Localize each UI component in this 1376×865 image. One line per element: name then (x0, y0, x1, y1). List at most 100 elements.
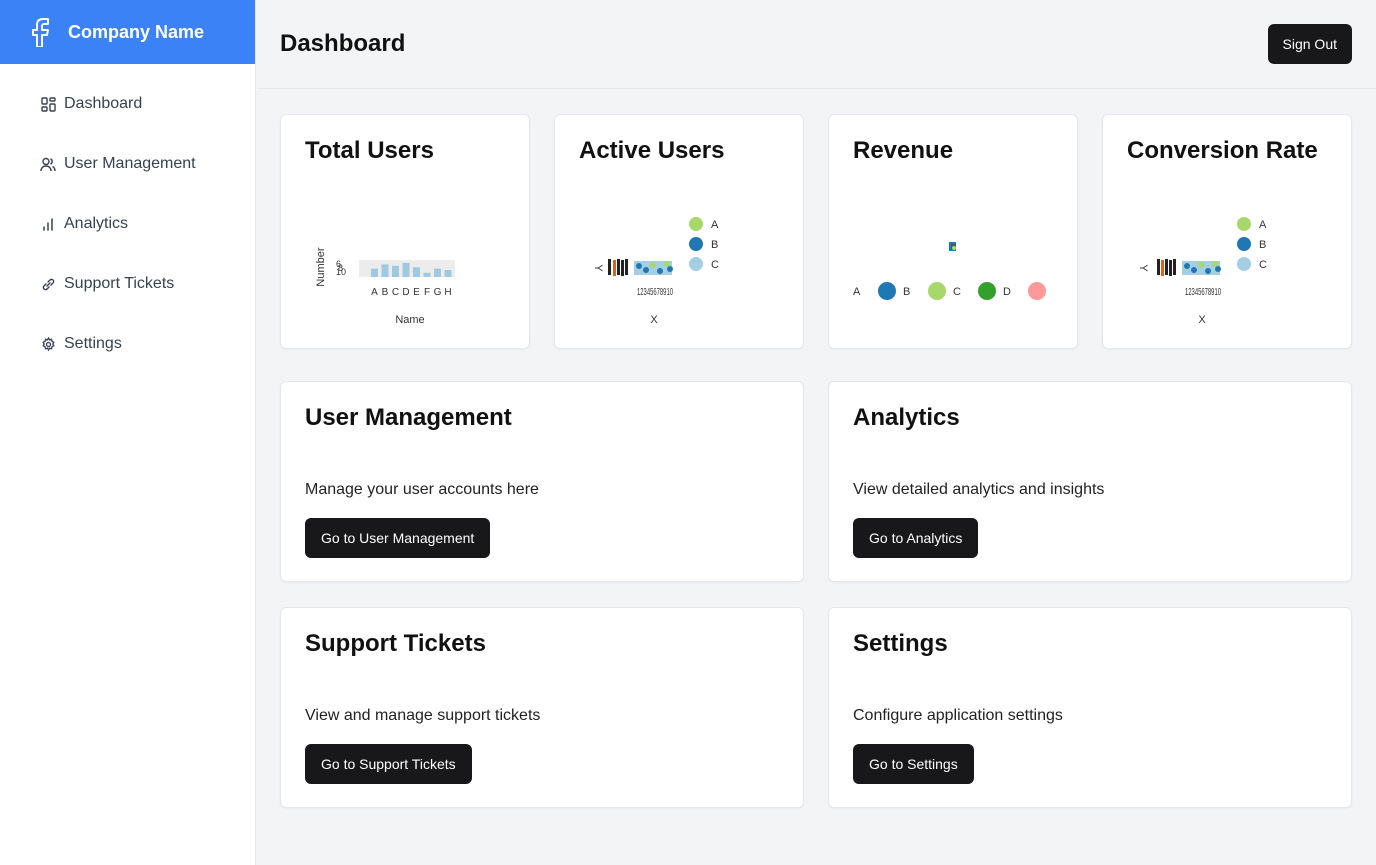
y-tick-cluster (1157, 259, 1176, 276)
legend-label-c: C (953, 286, 961, 298)
card-title: Settings (853, 630, 948, 657)
go-to-user-management-button[interactable]: Go to User Management (305, 518, 491, 558)
card-title: User Management (305, 404, 512, 431)
legend-label-a: A (1259, 219, 1267, 231)
x-tick-label: A (371, 287, 378, 298)
brand-name: Company Name (68, 21, 205, 42)
scatter-points-cluster (949, 242, 956, 251)
conversion-rate-chart: Y 12345678910 X A B C (1137, 217, 1267, 326)
bar-a (371, 268, 378, 277)
legend-marker-b (928, 282, 946, 300)
card-description: View detailed analytics and insights (853, 481, 1105, 498)
legend-label-d: D (1003, 286, 1011, 298)
stat-card-revenue: Revenue A B C D (828, 114, 1078, 349)
sidebar-item-analytics[interactable]: Analytics (0, 194, 255, 254)
y-tick-cluster: 6 (336, 259, 341, 269)
ticket-link-icon (40, 276, 56, 292)
chart-xlabel: Name (395, 314, 424, 326)
scatter-points-cluster (1182, 261, 1221, 275)
card-title: Support Tickets (305, 630, 486, 657)
x-tick-label: E (413, 287, 420, 298)
bar-f (423, 272, 431, 277)
chart-legend: A B C D (853, 282, 1046, 300)
x-tick-label: C (392, 287, 399, 298)
card-description: Manage your user accounts here (305, 481, 539, 498)
go-to-settings-button[interactable]: Go to Settings (853, 744, 974, 784)
legend-marker-c (978, 282, 996, 300)
sidebar-item-user-management[interactable]: User Management (0, 134, 255, 194)
brand-header[interactable]: Company Name (0, 0, 255, 64)
sidebar-item-label: Analytics (64, 215, 129, 232)
sidebar-item-label: Support Tickets (64, 275, 175, 292)
x-tick-labels: 12345678910 (637, 287, 673, 298)
revenue-chart: A B C D (853, 242, 1046, 300)
bar-h (444, 270, 452, 277)
legend-marker-d (1028, 282, 1046, 300)
legend-marker-a (689, 217, 703, 231)
chart-legend: A B C (689, 217, 719, 271)
bar-chart-icon (40, 216, 56, 232)
x-tick-label: B (382, 287, 389, 298)
main-content: Dashboard Sign Out Total Users Number 10… (257, 0, 1376, 865)
y-tick-cluster (608, 259, 628, 276)
legend-label-b: B (903, 286, 910, 298)
legend-marker-b (689, 237, 703, 251)
bar-e (413, 267, 420, 277)
card-description: View and manage support tickets (305, 707, 541, 724)
chart-xlabel: X (650, 314, 658, 326)
sidebar-item-settings[interactable]: Settings (0, 314, 255, 374)
users-icon (40, 156, 56, 172)
gear-icon (40, 336, 56, 352)
dashboard-grid-icon (40, 96, 56, 112)
bar-d (402, 263, 410, 277)
total-users-chart: Number 10 8 6 ABCDEFGH Name (315, 247, 455, 326)
chart-xlabel: X (1198, 314, 1206, 326)
x-tick-label: G (434, 287, 442, 298)
section-card-analytics: Analytics View detailed analytics and in… (828, 381, 1352, 582)
sidebar-item-dashboard[interactable]: Dashboard (0, 74, 255, 134)
sidebar: Company Name Dashboard User Management A… (0, 0, 256, 865)
section-card-user-management: User Management Manage your user account… (280, 381, 804, 582)
y-tick-labels: 10 8 6 (336, 259, 346, 277)
chart-legend: A B C (1237, 217, 1267, 271)
section-card-support-tickets: Support Tickets View and manage support … (280, 607, 804, 808)
stat-card-total-users: Total Users Number 10 8 6 ABCDEFGH Name (280, 114, 530, 349)
legend-label-b: B (711, 239, 718, 251)
sidebar-item-label: Settings (64, 335, 122, 352)
go-to-support-tickets-button[interactable]: Go to Support Tickets (305, 744, 472, 784)
chart-ylabel: Y (592, 264, 604, 272)
legend-marker-a (1237, 217, 1251, 231)
bar-g (434, 268, 441, 277)
sidebar-item-support-tickets[interactable]: Support Tickets (0, 254, 255, 314)
go-to-analytics-button[interactable]: Go to Analytics (853, 518, 979, 558)
x-tick-label: H (444, 287, 451, 298)
sidebar-item-label: Dashboard (64, 95, 143, 112)
legend-marker-b (1237, 237, 1251, 251)
chart-ylabel: Y (1137, 264, 1149, 272)
legend-marker-a (878, 282, 896, 300)
sidebar-item-label: User Management (64, 155, 196, 172)
section-card-settings: Settings Configure application settings … (828, 607, 1352, 808)
legend-label-b: B (1259, 239, 1266, 251)
chart-ylabel: Number (315, 247, 327, 286)
bar-b (381, 264, 389, 277)
x-tick-label: F (424, 287, 430, 298)
legend-label-c: C (711, 259, 719, 271)
sidebar-nav: Dashboard User Management Analytics Supp… (0, 64, 255, 374)
legend-label-a: A (853, 286, 861, 298)
sign-out-button[interactable]: Sign Out (1267, 24, 1352, 64)
card-title: Analytics (853, 404, 960, 431)
active-users-chart: Y 12345678910 X A B C (592, 217, 719, 326)
top-header: Dashboard Sign Out (257, 0, 1376, 89)
legend-label-c: C (1259, 259, 1267, 271)
legend-label-a: A (711, 219, 719, 231)
card-description: Configure application settings (853, 707, 1063, 724)
legend-marker-c (1237, 257, 1251, 271)
x-tick-labels: 12345678910 (1185, 287, 1221, 298)
legend-marker-c (689, 257, 703, 271)
facebook-icon (28, 16, 52, 48)
page-title: Dashboard (280, 30, 406, 57)
x-tick-label: D (402, 287, 409, 298)
stat-card-active-users: Active Users Y 12345678910 X A B C (554, 114, 804, 349)
bar-c (392, 265, 399, 277)
